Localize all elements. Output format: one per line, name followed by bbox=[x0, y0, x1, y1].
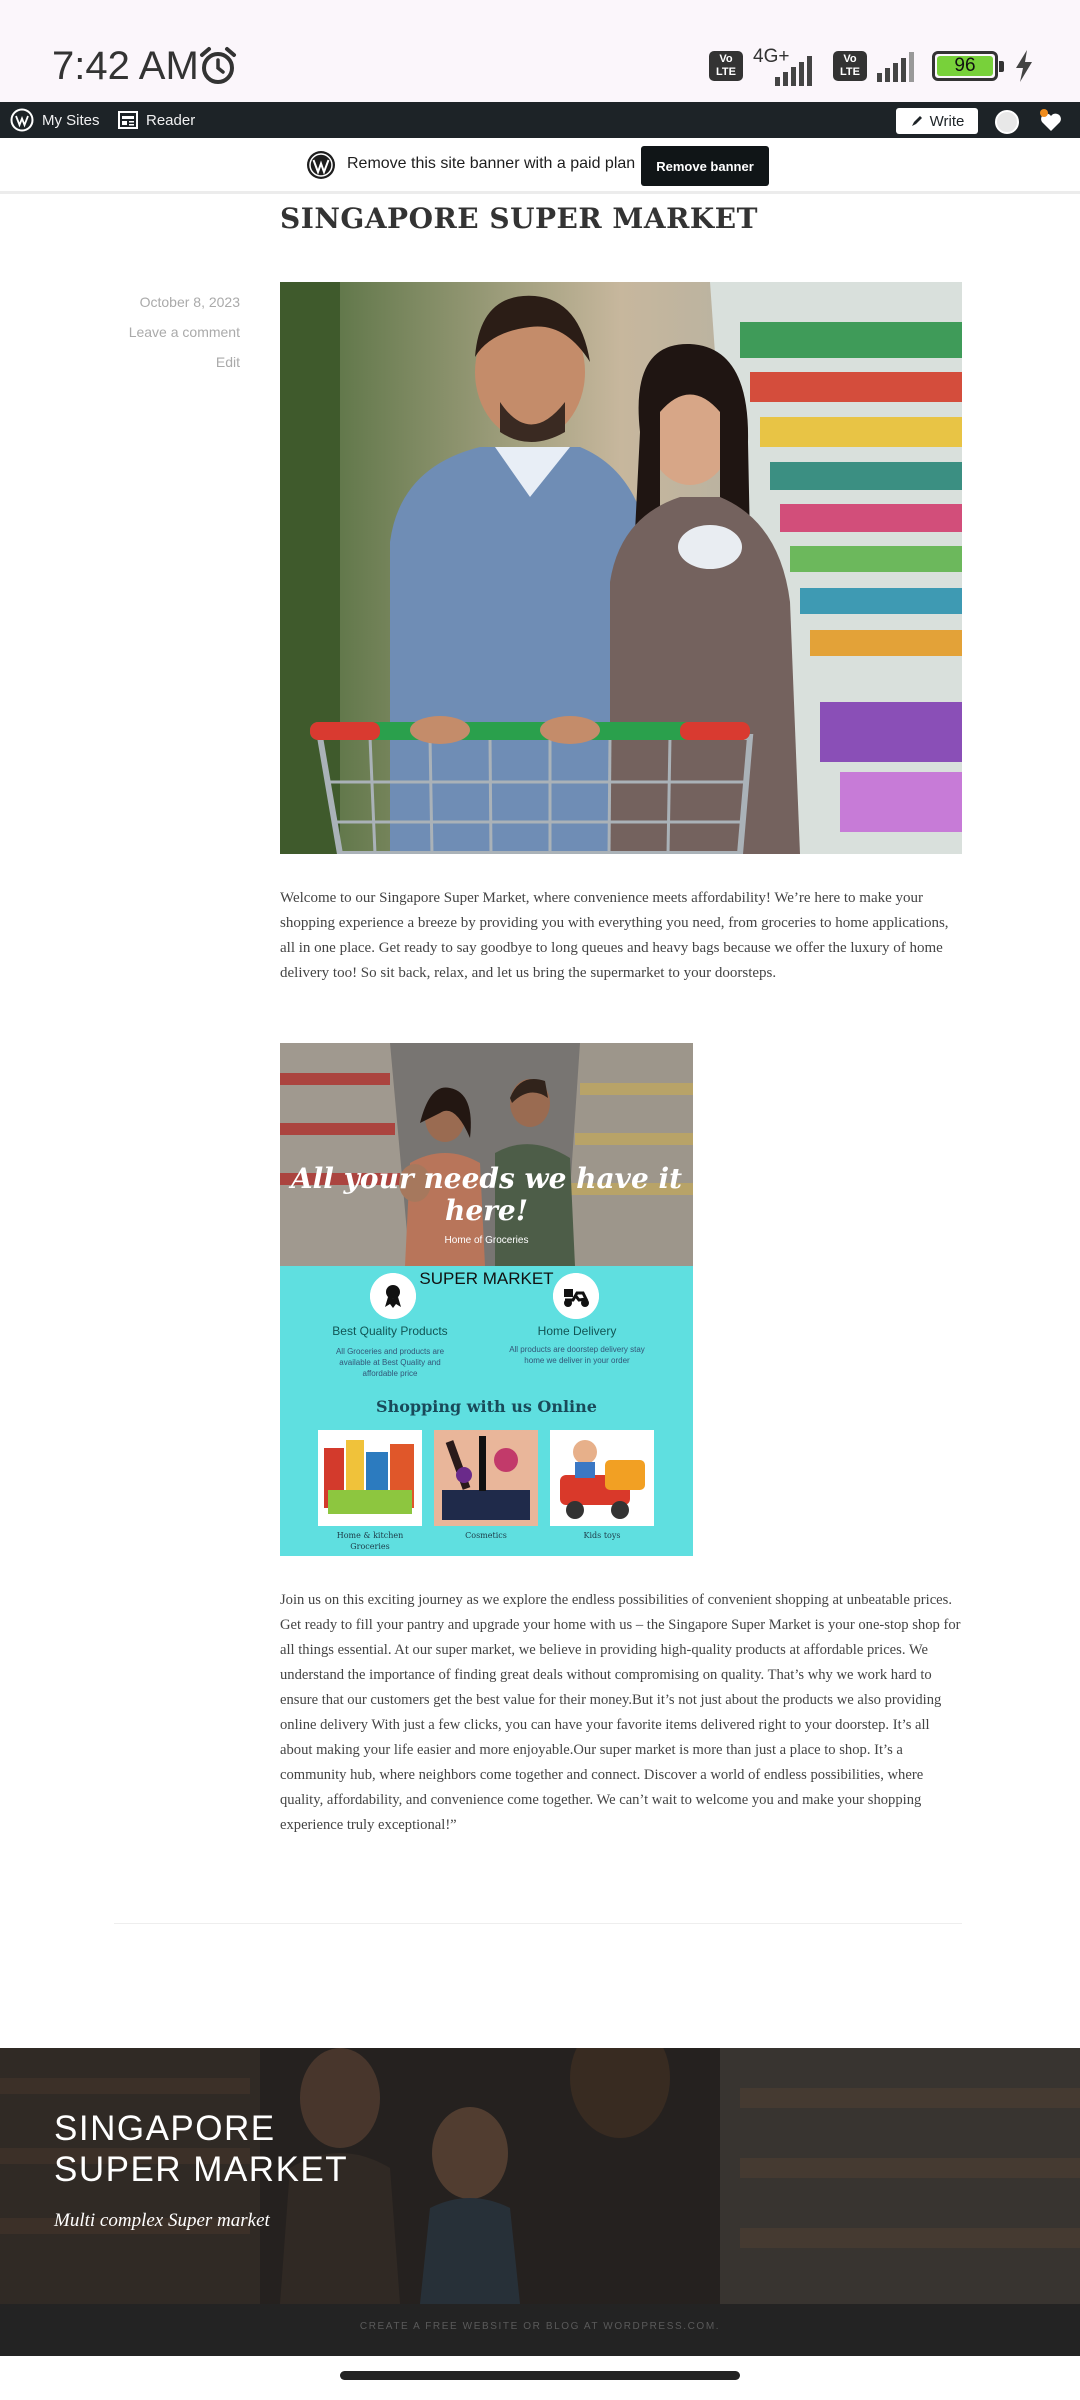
footer-site-title[interactable]: SINGAPORE SUPER MARKET bbox=[54, 2108, 348, 2190]
remove-banner-button[interactable]: Remove banner bbox=[641, 146, 769, 186]
charging-icon bbox=[1016, 50, 1032, 82]
groceries-tile-image bbox=[318, 1430, 422, 1526]
feature-quality-desc: All Groceries and products are available… bbox=[335, 1347, 445, 1378]
footer-site-description: Multi complex Super market bbox=[54, 2210, 270, 2231]
flyer-brand: SUPER MARKET bbox=[419, 1269, 554, 1288]
tile-caption-cosmetics: Cosmetics bbox=[465, 1531, 507, 1540]
my-sites-label: My Sites bbox=[42, 111, 100, 129]
battery-level: 96 bbox=[937, 56, 993, 76]
status-bar: 7:42 AM Vo LTE 4G+ Vo LTE 96 bbox=[0, 0, 1080, 102]
signal-bars-icon bbox=[775, 54, 812, 86]
reader-button[interactable]: Reader bbox=[118, 102, 195, 138]
footer-credit-link[interactable]: CREATE A FREE WEBSITE OR BLOG AT WORDPRE… bbox=[0, 2321, 1080, 2332]
write-label: Write bbox=[929, 112, 965, 130]
post-paragraph-body: Join us on this exciting journey as we e… bbox=[280, 1592, 961, 1833]
post-title: SINGAPORE SUPER MARKET bbox=[280, 202, 758, 235]
post-paragraph-intro: Welcome to our Singapore Super Market, w… bbox=[280, 890, 949, 981]
avatar[interactable] bbox=[995, 110, 1019, 134]
post-meta: October 8, 2023 Leave a comment Edit bbox=[129, 287, 240, 377]
status-indicators: Vo LTE 4G+ Vo LTE 96 bbox=[709, 46, 1034, 86]
pen-icon bbox=[911, 116, 922, 126]
footer-site-title-line1: SINGAPORE bbox=[54, 2109, 276, 2148]
featured-image bbox=[280, 282, 962, 854]
flyer-photo bbox=[280, 1043, 693, 1266]
wp-admin-bar: My Sites Reader Write bbox=[0, 102, 1080, 138]
award-ribbon-icon bbox=[370, 1273, 416, 1319]
volte-icon: Vo LTE bbox=[709, 51, 743, 81]
kids-toys-tile-image bbox=[550, 1430, 654, 1526]
flyer-shop-title: Shopping with us Online bbox=[376, 1397, 597, 1416]
cosmetics-tile-image bbox=[434, 1430, 538, 1526]
network-type: 4G+ bbox=[753, 46, 823, 86]
feature-delivery-title: Home Delivery bbox=[537, 1324, 617, 1338]
reader-label: Reader bbox=[146, 111, 196, 129]
wordpress-logo-icon bbox=[307, 151, 335, 179]
home-indicator[interactable] bbox=[340, 2371, 740, 2380]
reader-icon bbox=[118, 111, 138, 129]
promo-flyer-image: All your needs we have it here! Home of … bbox=[280, 1043, 693, 1556]
status-time: 7:42 AM bbox=[52, 44, 199, 88]
flyer-tagline: Home of Groceries bbox=[444, 1235, 529, 1246]
upgrade-banner: Remove this site banner with a paid plan… bbox=[0, 138, 1080, 194]
leave-comment-link[interactable]: Leave a comment bbox=[129, 317, 240, 347]
delivery-scooter-icon bbox=[553, 1273, 599, 1319]
flyer-headline: All your needs we have it here! bbox=[290, 1162, 683, 1227]
my-sites-button[interactable]: My Sites bbox=[10, 102, 100, 138]
wordpress-icon bbox=[10, 108, 34, 132]
battery-icon: 96 bbox=[932, 51, 1004, 81]
tile-caption-toys: Kids toys bbox=[583, 1531, 621, 1540]
feature-quality-title: Best Quality Products bbox=[332, 1324, 448, 1338]
notifications-icon[interactable] bbox=[1038, 108, 1064, 134]
alarm-icon bbox=[200, 47, 236, 84]
footer-site-title-line2: SUPER MARKET bbox=[54, 2150, 349, 2189]
volte-icon-2: Vo LTE bbox=[833, 51, 867, 81]
feature-delivery-desc: All products are doorstep delivery stay … bbox=[509, 1345, 645, 1365]
edit-link[interactable]: Edit bbox=[129, 347, 240, 377]
post-date-link[interactable]: October 8, 2023 bbox=[129, 287, 240, 317]
signal-bars-icon-2 bbox=[877, 50, 914, 82]
tile-caption-groceries: Home & kitchen Groceries bbox=[336, 1531, 404, 1551]
banner-text: Remove this site banner with a paid plan bbox=[347, 155, 636, 172]
content-divider bbox=[114, 1923, 962, 1924]
write-button[interactable]: Write bbox=[896, 108, 978, 134]
